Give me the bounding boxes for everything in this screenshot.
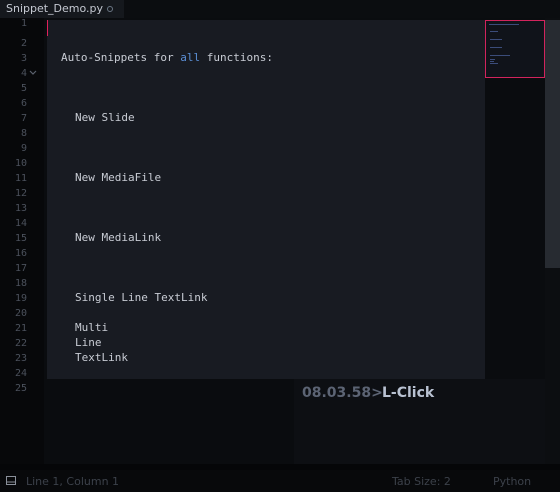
line-number: 13: [14, 203, 27, 214]
minimap-line: [490, 39, 502, 40]
line-number: 9: [20, 143, 27, 154]
scrollbar-thumb[interactable]: [545, 20, 560, 268]
line-number: 4: [20, 68, 27, 79]
minimap-line: [490, 63, 498, 64]
minimap-line: [490, 61, 494, 62]
line-number: 11: [14, 173, 27, 184]
line-number: 14: [14, 218, 27, 229]
line-number: 12: [14, 188, 27, 199]
snippet-textlink[interactable]: TextLink: [75, 350, 128, 365]
minimap-line: [489, 24, 519, 25]
snippet-new-mediafile[interactable]: New MediaFile: [75, 170, 161, 185]
line-number: 7: [20, 113, 27, 124]
cursor-position[interactable]: Line 1, Column 1: [26, 475, 119, 488]
snippet-multi[interactable]: Multi: [75, 320, 108, 335]
tab-size-setting[interactable]: Tab Size: 2: [392, 475, 451, 488]
line-number: 8: [20, 128, 27, 139]
vertical-scrollbar[interactable]: [545, 18, 560, 464]
unsaved-dot-icon[interactable]: [107, 6, 113, 12]
line-number-gutter[interactable]: 1 2 3 4 5 6 7 8 9 10 11 12 13 14 15 16 1…: [0, 18, 44, 464]
line-number: 15: [14, 233, 27, 244]
line-number: 3: [20, 53, 27, 64]
snippet-new-slide[interactable]: New Slide: [75, 110, 135, 125]
keypress-action: L-Click: [382, 385, 435, 401]
syntax-setting[interactable]: Python: [493, 475, 531, 488]
line-number: 21: [14, 323, 27, 334]
minimap-line: [490, 31, 498, 32]
line-number: 24: [14, 368, 27, 379]
panel-toggle-icon[interactable]: [6, 476, 16, 485]
status-bar: Line 1, Column 1 Tab Size: 2 Python: [0, 470, 560, 492]
cursor-caret: [47, 20, 48, 36]
snippet-single-line-textlink[interactable]: Single Line TextLink: [75, 290, 207, 305]
tab-title: Snippet_Demo.py: [6, 2, 104, 15]
line-number: 2: [20, 38, 27, 49]
line-number: 18: [14, 278, 27, 289]
line-number: 23: [14, 353, 27, 364]
minimap-line: [490, 47, 502, 48]
fold-chevron-icon[interactable]: [29, 69, 37, 77]
snippet-popup: Auto-Snippets for all functions: New Sli…: [47, 20, 485, 379]
line-number: 10: [14, 158, 27, 169]
line-number: 6: [20, 98, 27, 109]
line-number: 22: [14, 338, 27, 349]
minimap-line: [490, 59, 495, 60]
tab-bar: Snippet_Demo.py: [0, 0, 560, 18]
snippet-line[interactable]: Line: [75, 335, 102, 350]
line-number: 19: [14, 293, 27, 304]
minimap[interactable]: [485, 20, 545, 78]
line-number: 5: [20, 83, 27, 94]
line-number: 16: [14, 248, 27, 259]
snippet-new-medialink[interactable]: New MediaLink: [75, 230, 161, 245]
line-number: 25: [14, 383, 27, 394]
keypress-timestamp: 08.03.58>: [302, 385, 383, 401]
popup-heading: Auto-Snippets for all functions:: [61, 51, 273, 64]
line-number: 20: [14, 308, 27, 319]
minimap-line: [490, 55, 510, 56]
line-number: 1: [20, 18, 27, 29]
line-number: 17: [14, 263, 27, 274]
